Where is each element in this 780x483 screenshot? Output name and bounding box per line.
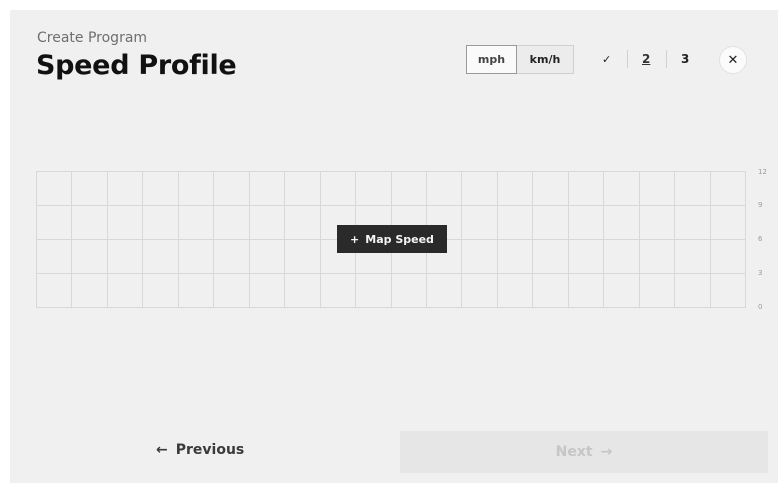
unit-toggle: mph km/h [466, 45, 574, 74]
y-tick-label: 6 [758, 235, 763, 243]
unit-kmh-button[interactable]: km/h [517, 46, 573, 73]
page-subtitle: Create Program [37, 30, 148, 46]
next-label: Next [555, 444, 593, 460]
y-tick-label: 0 [758, 303, 763, 311]
map-speed-label: Map Speed [365, 232, 434, 246]
unit-mph-button[interactable]: mph [466, 45, 517, 74]
previous-label: Previous [175, 442, 245, 458]
arrow-left-icon: ← [156, 442, 168, 458]
map-speed-button[interactable]: + Map Speed [337, 225, 447, 253]
close-button[interactable]: ✕ [719, 46, 747, 74]
step-divider [666, 50, 667, 68]
step-divider [627, 50, 628, 68]
next-button[interactable]: Next → [400, 431, 768, 473]
step-2-indicator[interactable]: 2 [642, 52, 650, 68]
close-icon: ✕ [727, 52, 739, 68]
y-tick-label: 9 [758, 201, 763, 209]
step-3-indicator[interactable]: 3 [681, 52, 689, 68]
page-title: Speed Profile [36, 50, 237, 81]
previous-button[interactable]: ← Previous [156, 442, 244, 458]
plus-icon: + [350, 232, 360, 246]
y-tick-label: 3 [758, 269, 763, 277]
step-1-check-icon[interactable]: ✓ [602, 53, 611, 69]
y-tick-label: 12 [758, 168, 767, 176]
arrow-right-icon: → [600, 444, 613, 460]
